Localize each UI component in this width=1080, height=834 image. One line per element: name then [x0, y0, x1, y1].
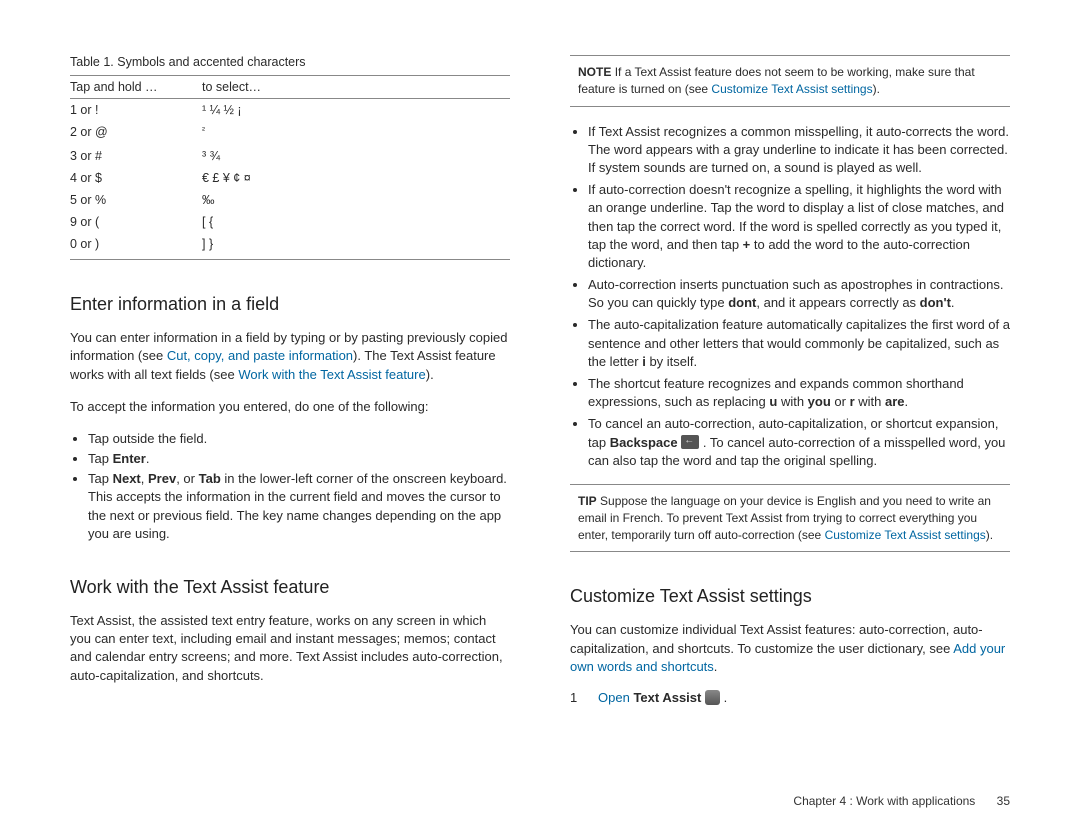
list-item: Auto-correction inserts punctuation such…	[588, 276, 1010, 312]
footer-chapter: Chapter 4 : Work with applications	[793, 794, 975, 808]
list-item: To cancel an auto-correction, auto-capit…	[588, 415, 1010, 470]
bullet-list: If Text Assist recognizes a common missp…	[570, 123, 1010, 470]
list-item: The auto-capitalization feature automati…	[588, 316, 1010, 371]
list-item: The shortcut feature recognizes and expa…	[588, 375, 1010, 411]
link-customize-settings-2[interactable]: Customize Text Assist settings	[825, 528, 986, 542]
table-row: 3 or #³ ¾	[70, 145, 510, 167]
footer-page-number: 35	[997, 794, 1010, 808]
table-row: 2 or @²	[70, 121, 510, 145]
link-text-assist-feature[interactable]: Work with the Text Assist feature	[238, 367, 425, 382]
list-item: Tap Enter.	[88, 450, 510, 468]
tip-label: TIP	[578, 494, 597, 508]
link-customize-settings[interactable]: Customize Text Assist settings	[711, 82, 872, 96]
list-item: Tap Next, Prev, or Tab in the lower-left…	[88, 470, 510, 543]
table-row: 0 or )] }	[70, 233, 510, 260]
paragraph: You can enter information in a field by …	[70, 329, 510, 384]
heading-customize: Customize Text Assist settings	[570, 586, 1010, 607]
page-footer: Chapter 4 : Work with applications 35	[793, 794, 1010, 808]
left-column: Table 1. Symbols and accented characters…	[70, 55, 510, 705]
heading-enter-info: Enter information in a field	[70, 294, 510, 315]
list-item: Tap outside the field.	[88, 430, 510, 448]
th-to-select: to select…	[202, 76, 510, 99]
step-1: 1 Open Text Assist .	[570, 690, 1010, 705]
heading-text-assist: Work with the Text Assist feature	[70, 577, 510, 598]
step-number: 1	[570, 690, 582, 705]
table-caption: Table 1. Symbols and accented characters	[70, 55, 510, 69]
list-item: If Text Assist recognizes a common missp…	[588, 123, 1010, 178]
link-cut-copy-paste[interactable]: Cut, copy, and paste information	[167, 348, 353, 363]
paragraph: Text Assist, the assisted text entry fea…	[70, 612, 510, 685]
table-row: 1 or !¹ ¼ ½ ¡	[70, 99, 510, 122]
note-label: NOTE	[578, 65, 611, 79]
table-row: 9 or ([ {	[70, 211, 510, 233]
table-row: 4 or $€ £ ¥ ¢ ¤	[70, 167, 510, 189]
right-column: NOTE If a Text Assist feature does not s…	[570, 55, 1010, 705]
table-row: 5 or %‰	[70, 189, 510, 211]
list-item: If auto-correction doesn't recognize a s…	[588, 181, 1010, 272]
backspace-key-icon	[681, 435, 699, 449]
paragraph: To accept the information you entered, d…	[70, 398, 510, 416]
paragraph: You can customize individual Text Assist…	[570, 621, 1010, 676]
th-tap-hold: Tap and hold …	[70, 76, 202, 99]
link-open[interactable]: Open	[598, 690, 630, 705]
text-assist-app-icon	[705, 690, 720, 705]
symbols-table: Tap and hold … to select… 1 or !¹ ¼ ½ ¡ …	[70, 75, 510, 260]
note-callout: NOTE If a Text Assist feature does not s…	[570, 55, 1010, 107]
tip-callout: TIP Suppose the language on your device …	[570, 484, 1010, 552]
bullet-list: Tap outside the field. Tap Enter. Tap Ne…	[70, 430, 510, 543]
